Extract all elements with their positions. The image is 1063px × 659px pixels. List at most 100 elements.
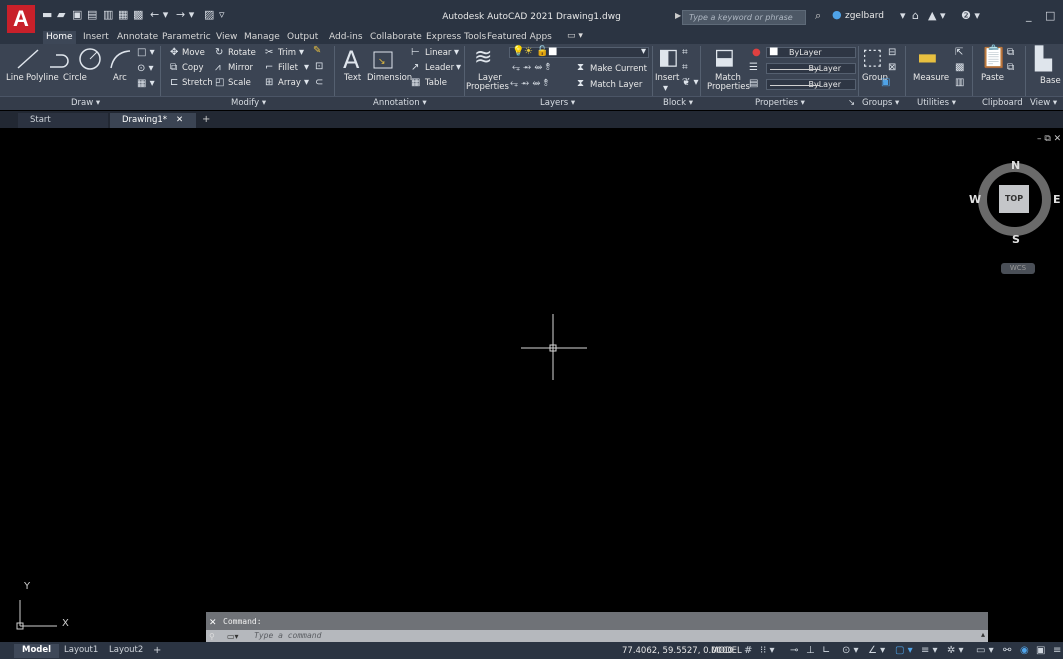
- create-block-icon[interactable]: ⌗: [682, 48, 688, 58]
- select-all-icon[interactable]: ▩: [955, 63, 964, 73]
- cut-icon[interactable]: ⧉: [1007, 48, 1014, 58]
- line-icon[interactable]: [16, 48, 40, 70]
- annotation-visibility-icon[interactable]: ⚯: [1003, 645, 1011, 656]
- calculator-icon[interactable]: ▥: [955, 78, 964, 88]
- redo-icon[interactable]: → ▾: [176, 9, 194, 21]
- tab-parametric[interactable]: Parametric: [159, 31, 214, 44]
- circle-icon[interactable]: [78, 47, 102, 71]
- move-button[interactable]: Move: [182, 48, 205, 58]
- tab-featured-apps[interactable]: Featured Apps: [484, 31, 555, 44]
- line-button[interactable]: Line: [6, 73, 24, 83]
- ribbon-toggle-icon[interactable]: ▭ ▾: [567, 31, 583, 41]
- layer-state-icons[interactable]: ⥆ ⥇ ⥈ ⥉: [510, 79, 548, 89]
- ortho-icon[interactable]: ∟: [822, 645, 830, 656]
- copy-button[interactable]: Copy: [182, 63, 204, 73]
- maximize-icon[interactable]: □: [1045, 9, 1055, 22]
- plot-icon[interactable]: ▩: [133, 9, 143, 21]
- match-layer-button[interactable]: Match Layer: [590, 80, 642, 90]
- compass-north[interactable]: N: [1011, 159, 1020, 172]
- utilities-panel-title[interactable]: Utilities ▾: [917, 98, 956, 108]
- fullscreen-icon[interactable]: ▣: [1036, 645, 1045, 656]
- color-dropdown[interactable]: ByLayer: [766, 47, 856, 58]
- base-button[interactable]: Base: [1040, 76, 1061, 86]
- open-icon[interactable]: ▰: [57, 9, 65, 21]
- base-view-icon[interactable]: ▙: [1035, 49, 1052, 71]
- copy-clip-icon[interactable]: ⧉: [1007, 63, 1014, 73]
- tab-add-ins[interactable]: Add-ins: [326, 31, 366, 44]
- insert-button[interactable]: Insert: [655, 73, 679, 83]
- match-properties-icon[interactable]: ⬓: [714, 47, 735, 69]
- tab-output[interactable]: Output: [284, 31, 321, 44]
- isodraft-icon[interactable]: ∠ ▾: [868, 645, 885, 656]
- ungroup-icon[interactable]: ⊟: [888, 48, 896, 58]
- tab-home[interactable]: Home: [43, 31, 76, 44]
- user-name[interactable]: zgelbard: [845, 11, 884, 21]
- dimension-icon[interactable]: ↘: [372, 48, 394, 70]
- group-edit-icon[interactable]: ⊠: [888, 63, 896, 73]
- lineweight-toggle-icon[interactable]: ≡ ▾: [921, 645, 938, 656]
- properties-panel-title[interactable]: Properties ▾: [755, 98, 805, 108]
- layer-properties-icon[interactable]: ≋: [474, 47, 492, 69]
- tab-manage[interactable]: Manage: [241, 31, 283, 44]
- help-icon[interactable]: ❷ ▾: [961, 9, 980, 22]
- rectangle-icon[interactable]: □ ▾: [137, 48, 155, 58]
- mirror-icon[interactable]: ⩘: [215, 63, 221, 73]
- application-menu-button[interactable]: A: [7, 5, 35, 33]
- linear-button[interactable]: Linear: [425, 48, 451, 58]
- block-panel-title[interactable]: Block ▾: [663, 98, 693, 108]
- groups-panel-title[interactable]: Groups ▾: [862, 98, 899, 108]
- edit-block-icon[interactable]: ⌗: [682, 63, 688, 73]
- wcs-menu-button[interactable]: WCS: [1001, 263, 1035, 274]
- viewcube-top-face[interactable]: TOP: [999, 185, 1029, 213]
- close-icon[interactable]: ✕: [209, 618, 217, 628]
- customize-quick-access-icon[interactable]: ▿: [219, 9, 225, 21]
- ellipse-icon[interactable]: ⊙ ▾: [137, 64, 154, 74]
- panel-launcher-icon[interactable]: ↘: [848, 98, 855, 108]
- arc-button[interactable]: Arc: [113, 73, 127, 83]
- chevron-down-icon[interactable]: ▾: [299, 48, 304, 58]
- trim-button[interactable]: Trim: [278, 48, 296, 58]
- model-space-toggle[interactable]: MODEL: [711, 646, 742, 656]
- search-icon[interactable]: ⌕: [815, 9, 821, 23]
- group-icon[interactable]: ⬚: [862, 47, 883, 69]
- close-tab-icon[interactable]: ✕: [176, 113, 183, 127]
- stretch-icon[interactable]: ⊏: [170, 78, 178, 88]
- tab-insert[interactable]: Insert: [80, 31, 112, 44]
- compass-south[interactable]: S: [1012, 233, 1020, 246]
- gear-icon[interactable]: ✲ ▾: [947, 645, 964, 656]
- offset-icon[interactable]: ⊂: [315, 78, 323, 88]
- layer-tools-icon[interactable]: ⥆ ⥇ ⥈ ⥉: [512, 63, 550, 73]
- text-icon[interactable]: A: [343, 48, 359, 72]
- chevron-right-icon[interactable]: ▶: [675, 11, 681, 20]
- fillet-icon[interactable]: ⌐: [265, 63, 273, 73]
- chevron-down-icon[interactable]: ▾: [663, 84, 668, 94]
- modify-panel-title[interactable]: Modify ▾: [231, 98, 266, 108]
- workspace-icon[interactable]: ◉: [1020, 645, 1029, 656]
- annotation-panel-title[interactable]: Annotation ▾: [373, 98, 427, 108]
- make-current-button[interactable]: Make Current: [590, 64, 647, 74]
- make-current-icon[interactable]: ⧗: [577, 63, 584, 73]
- customize-icon[interactable]: ⚲: [209, 632, 215, 641]
- snap-icon[interactable]: ⁝⁝ ▾: [760, 645, 775, 656]
- array-button[interactable]: Array: [278, 78, 301, 88]
- erase-icon[interactable]: ✎: [313, 46, 321, 56]
- paste-icon[interactable]: 📋: [980, 47, 1007, 69]
- chevron-down-icon[interactable]: ▾: [641, 47, 646, 57]
- polar-tracking-icon[interactable]: ⊙ ▾: [842, 645, 859, 656]
- tab-drawing1[interactable]: Drawing1* ✕: [110, 113, 196, 128]
- quick-select-icon[interactable]: ⇱: [955, 48, 963, 58]
- text-button[interactable]: Text: [344, 73, 361, 83]
- infer-constraints-icon[interactable]: ⊸: [790, 645, 798, 656]
- user-icon[interactable]: ●: [832, 8, 842, 21]
- draw-panel-title[interactable]: Draw ▾: [71, 98, 100, 108]
- viewport-controls[interactable]: – ⧉ ✕: [1037, 134, 1061, 144]
- annotation-scale-icon[interactable]: ▭ ▾: [976, 645, 994, 656]
- match-layer-icon[interactable]: ⧗: [577, 79, 584, 89]
- compass-west[interactable]: W: [969, 193, 981, 206]
- tab-layout2[interactable]: Layout2: [101, 644, 151, 658]
- save-icon[interactable]: ▣: [72, 9, 82, 21]
- chevron-down-icon[interactable]: ▾: [304, 78, 309, 88]
- fillet-button[interactable]: Fillet: [278, 63, 298, 73]
- share-icon[interactable]: ▨: [204, 9, 214, 21]
- explode-icon[interactable]: ⊡: [315, 62, 323, 72]
